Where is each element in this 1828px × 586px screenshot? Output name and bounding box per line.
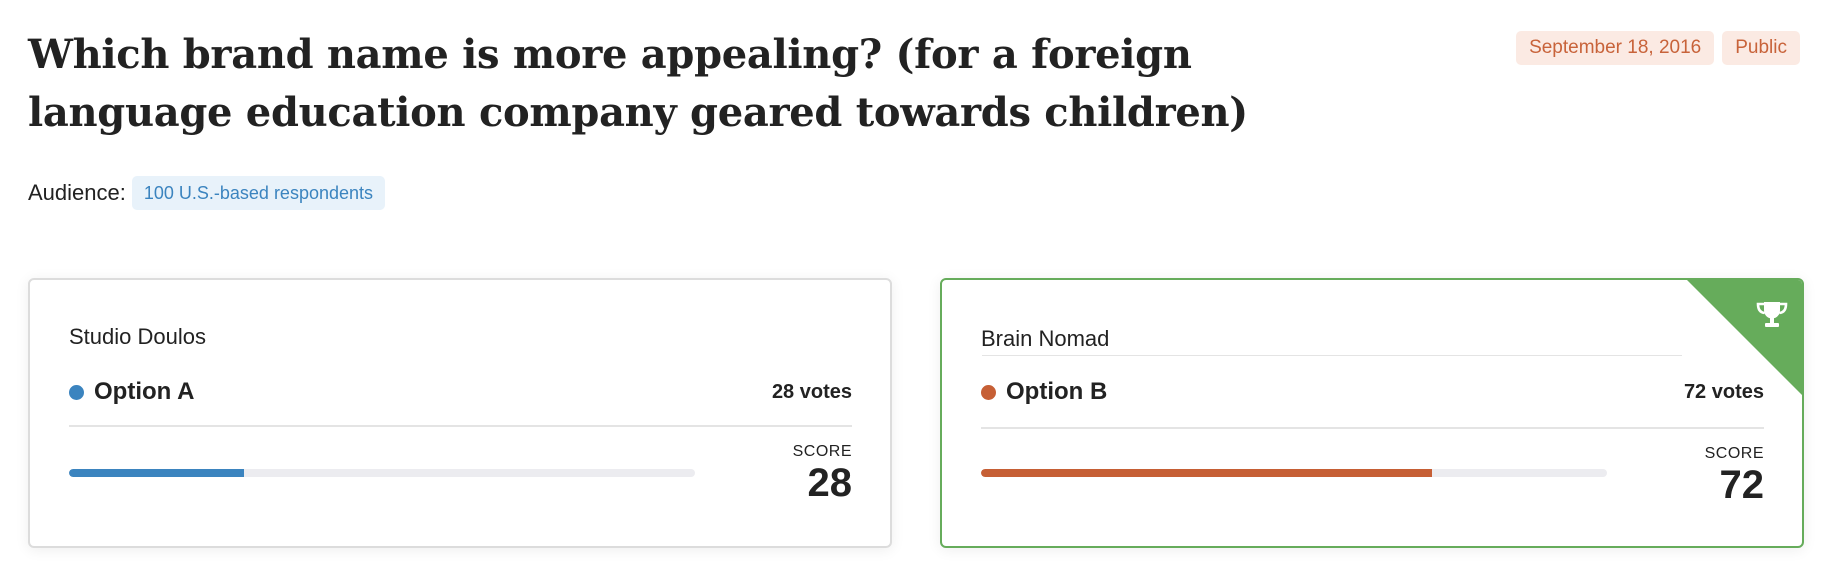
option-color-dot [69, 384, 84, 400]
option-card-b[interactable]: Brain Nomad Option B 72 votes SCORE 72 [940, 278, 1804, 548]
score-value: 28 [807, 461, 853, 505]
score-label: SCORE [1704, 445, 1764, 462]
score-value: 72 [1719, 463, 1765, 507]
option-color-dot [981, 384, 996, 400]
trophy-icon [1756, 302, 1788, 327]
divider [981, 427, 1764, 429]
option-header: Option B 72 votes [981, 378, 1764, 406]
divider [69, 425, 852, 427]
option-header: Option A 28 votes [69, 378, 852, 406]
vote-count: 72 votes [1683, 380, 1764, 403]
option-name: Brain Nomad [981, 326, 1110, 351]
score-bar [69, 469, 695, 477]
score-bar-fill [69, 469, 245, 477]
audience-label: Audience: [28, 180, 126, 205]
option-label: Option A [94, 378, 195, 405]
audience-row: Audience: 100 U.S.-based respondents [28, 176, 386, 210]
visibility-badge: Public [1722, 31, 1800, 65]
audience-tag[interactable]: 100 U.S.-based respondents [131, 176, 386, 210]
option-label-group: Option A [69, 378, 194, 406]
page-title: Which brand name is more appealing? (for… [28, 31, 1248, 136]
score-bar-fill [981, 469, 1432, 477]
option-card-a[interactable]: Studio Doulos Option A 28 votes SCORE 28 [28, 278, 892, 548]
poll-result-page: Which brand name is more appealing? (for… [0, 0, 1828, 586]
meta-badges: September 18, 2016 Public [1516, 31, 1800, 65]
score-bar [981, 469, 1607, 477]
score-block: SCORE 28 [793, 443, 852, 505]
option-label-group: Option B [981, 378, 1107, 406]
option-name: Studio Doulos [69, 324, 206, 349]
date-badge: September 18, 2016 [1516, 31, 1715, 65]
score-block: SCORE 72 [1705, 445, 1764, 507]
vote-count: 28 votes [771, 380, 852, 403]
divider [982, 355, 1682, 356]
score-label: SCORE [792, 443, 852, 460]
option-label: Option B [1006, 378, 1108, 405]
